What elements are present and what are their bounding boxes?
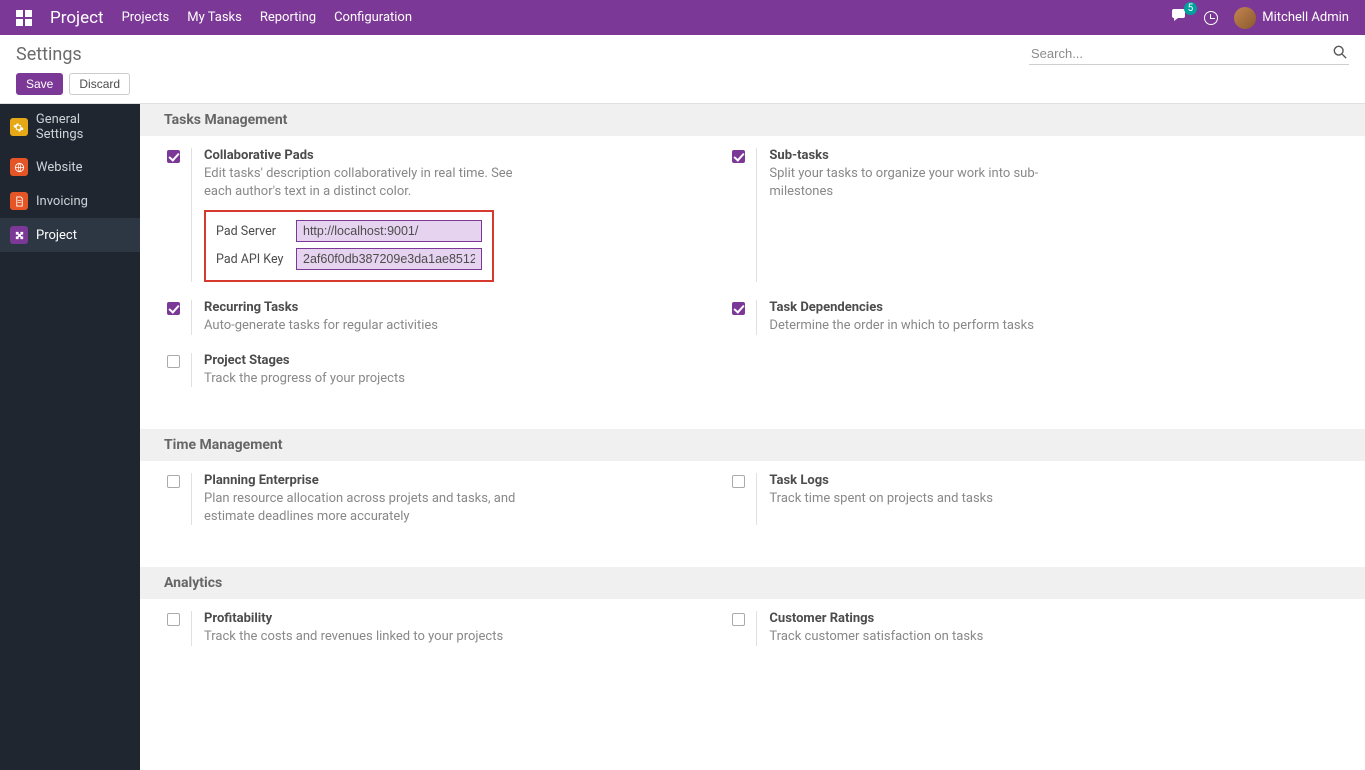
- pad-config-highlight: Pad Server Pad API Key: [204, 210, 494, 282]
- setting-collaborative-pads: Collaborative Pads Edit tasks' descripti…: [164, 148, 705, 282]
- gear-icon: [10, 118, 28, 136]
- top-nav: Project Projects My Tasks Reporting Conf…: [0, 0, 1365, 35]
- setting-task-logs: Task Logs Track time spent on projects a…: [729, 473, 1270, 525]
- pad-api-key-label: Pad API Key: [216, 252, 296, 267]
- pad-api-key-input[interactable]: [296, 248, 482, 270]
- setting-desc: Track the costs and revenues linked to y…: [204, 628, 524, 646]
- setting-title: Profitability: [204, 611, 705, 626]
- activity-icon[interactable]: [1204, 11, 1218, 25]
- setting-project-stages: Project Stages Track the progress of you…: [164, 353, 705, 388]
- setting-title: Collaborative Pads: [204, 148, 705, 163]
- setting-desc: Determine the order in which to perform …: [769, 317, 1089, 335]
- setting-planning-enterprise: Planning Enterprise Plan resource alloca…: [164, 473, 705, 525]
- sidebar-item-project[interactable]: Project: [0, 218, 140, 252]
- setting-desc: Split your tasks to organize your work i…: [769, 165, 1089, 200]
- messaging-badge: 5: [1184, 2, 1198, 15]
- setting-sub-tasks: Sub-tasks Split your tasks to organize y…: [729, 148, 1270, 282]
- setting-desc: Edit tasks' description collaboratively …: [204, 165, 524, 200]
- document-icon: [10, 192, 28, 210]
- sidebar-item-website[interactable]: Website: [0, 150, 140, 184]
- puzzle-icon: [10, 226, 28, 244]
- settings-content: Tasks Management Collaborative Pads Edit…: [140, 104, 1365, 770]
- checkbox-profitability[interactable]: [167, 613, 180, 626]
- setting-title: Task Dependencies: [769, 300, 1270, 315]
- setting-title: Recurring Tasks: [204, 300, 705, 315]
- checkbox-planning-enterprise[interactable]: [167, 475, 180, 488]
- checkbox-customer-ratings[interactable]: [732, 613, 745, 626]
- checkbox-recurring-tasks[interactable]: [167, 302, 180, 315]
- pad-server-input[interactable]: [296, 220, 482, 242]
- nav-reporting[interactable]: Reporting: [260, 10, 316, 25]
- nav-my-tasks[interactable]: My Tasks: [187, 10, 242, 25]
- search-icon[interactable]: [1333, 45, 1347, 63]
- checkbox-project-stages[interactable]: [167, 355, 180, 368]
- control-panel: Settings Save Discard: [0, 35, 1365, 104]
- sidebar-item-label: Project: [36, 228, 77, 243]
- page-title: Settings: [16, 44, 82, 65]
- nav-configuration[interactable]: Configuration: [334, 10, 412, 25]
- checkbox-task-dependencies[interactable]: [732, 302, 745, 315]
- sidebar-item-label: General Settings: [36, 112, 130, 142]
- user-name: Mitchell Admin: [1262, 10, 1349, 25]
- apps-icon[interactable]: [16, 10, 32, 26]
- search-input[interactable]: [1029, 43, 1349, 65]
- messaging-icon[interactable]: 5: [1172, 9, 1188, 27]
- setting-title: Project Stages: [204, 353, 705, 368]
- setting-desc: Plan resource allocation across projets …: [204, 490, 524, 525]
- save-button[interactable]: Save: [16, 73, 63, 95]
- sidebar-item-label: Website: [36, 160, 83, 175]
- setting-recurring-tasks: Recurring Tasks Auto-generate tasks for …: [164, 300, 705, 335]
- setting-title: Task Logs: [769, 473, 1270, 488]
- setting-task-dependencies: Task Dependencies Determine the order in…: [729, 300, 1270, 335]
- nav-projects[interactable]: Projects: [122, 10, 170, 25]
- section-title-analytics: Analytics: [140, 567, 1365, 599]
- globe-icon: [10, 158, 28, 176]
- setting-title: Customer Ratings: [769, 611, 1270, 626]
- setting-title: Sub-tasks: [769, 148, 1270, 163]
- section-title-tasks: Tasks Management: [140, 104, 1365, 136]
- sidebar-item-label: Invoicing: [36, 194, 88, 209]
- pad-server-label: Pad Server: [216, 224, 296, 239]
- discard-button[interactable]: Discard: [69, 73, 130, 95]
- section-title-time: Time Management: [140, 429, 1365, 461]
- setting-desc: Track time spent on projects and tasks: [769, 490, 1089, 508]
- sidebar-item-invoicing[interactable]: Invoicing: [0, 184, 140, 218]
- user-menu[interactable]: Mitchell Admin: [1234, 7, 1349, 29]
- checkbox-sub-tasks[interactable]: [732, 150, 745, 163]
- brand-title[interactable]: Project: [50, 8, 104, 28]
- setting-desc: Track customer satisfaction on tasks: [769, 628, 1089, 646]
- setting-profitability: Profitability Track the costs and revenu…: [164, 611, 705, 646]
- setting-customer-ratings: Customer Ratings Track customer satisfac…: [729, 611, 1270, 646]
- setting-title: Planning Enterprise: [204, 473, 705, 488]
- setting-desc: Track the progress of your projects: [204, 370, 524, 388]
- checkbox-task-logs[interactable]: [732, 475, 745, 488]
- settings-sidebar: General Settings Website Invoicing Proje…: [0, 104, 140, 770]
- avatar: [1234, 7, 1256, 29]
- checkbox-collaborative-pads[interactable]: [167, 150, 180, 163]
- setting-desc: Auto-generate tasks for regular activiti…: [204, 317, 524, 335]
- sidebar-item-general-settings[interactable]: General Settings: [0, 104, 140, 150]
